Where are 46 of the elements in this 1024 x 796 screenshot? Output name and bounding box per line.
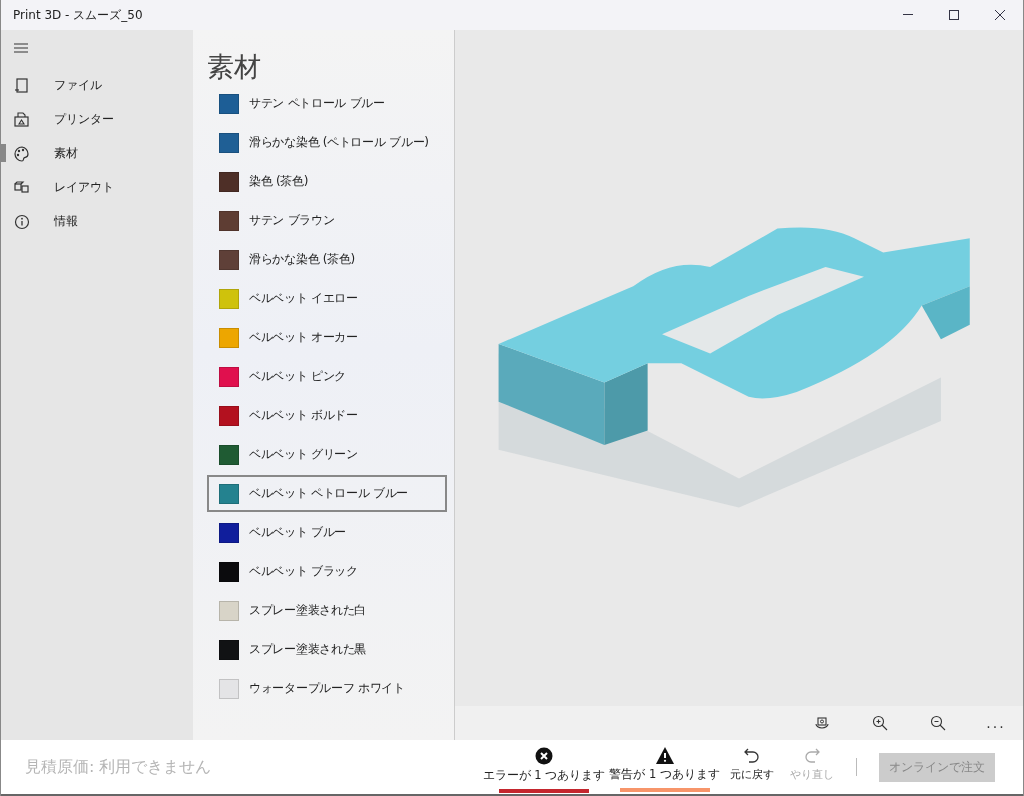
cost-estimate: 見積原価: 利用できません (24, 756, 213, 778)
menu-icon (13, 40, 29, 56)
close-icon (995, 10, 1005, 20)
error-status[interactable]: エラーが 1 つあります (480, 741, 608, 793)
panel-title: 素材 (207, 50, 262, 84)
nav-item[interactable]: 情報 (1, 204, 193, 238)
material-item[interactable]: ベルベット オーカー (207, 319, 447, 356)
material-item[interactable]: ベルベット ブラック (207, 553, 447, 590)
material-item[interactable]: ベルベット グリーン (207, 436, 447, 473)
status-label: エラーが 1 つあります (482, 768, 606, 783)
material-item[interactable]: 滑らかな染色 (ペトロール ブルー) (207, 124, 447, 161)
nav-item[interactable]: ファイル (1, 68, 193, 102)
file-icon (13, 76, 30, 94)
minimize-icon (903, 14, 913, 16)
material-item[interactable]: スプレー塗装された白 (207, 592, 447, 629)
more-button[interactable]: ... (977, 708, 1015, 738)
material-item[interactable]: スプレー塗装された黒 (207, 631, 447, 668)
maximize-icon (949, 10, 959, 20)
material-item[interactable]: ベルベット イエロー (207, 280, 447, 317)
info-icon (13, 212, 30, 230)
warning-status[interactable]: 警告が 1 つあります (607, 741, 722, 793)
undo-button[interactable]: 元に戻す (722, 744, 782, 790)
material-item[interactable]: ベルベット ピンク (207, 358, 447, 395)
zoom-in-icon (872, 715, 888, 731)
material-item[interactable]: サテン ブラウン (207, 202, 447, 239)
status-label: 警告が 1 つあります (609, 767, 720, 782)
zoom-out-icon (930, 715, 946, 731)
material-item[interactable]: サテン ペトロール ブルー (207, 85, 447, 122)
error-icon (535, 747, 554, 765)
material-item[interactable]: 滑らかな染色 (茶色) (207, 241, 447, 278)
material-item[interactable]: ベルベット ブルー (207, 514, 447, 551)
window-title: Print 3D - スムーズ_50 (12, 6, 144, 24)
undo-icon (743, 746, 761, 765)
nav-item[interactable]: プリンター (1, 102, 193, 136)
nav-item[interactable]: レイアウト (1, 170, 193, 204)
palette-icon (13, 144, 30, 162)
menu-button[interactable] (13, 40, 29, 56)
warning-icon (655, 747, 674, 764)
printer-icon (13, 110, 30, 128)
material-item[interactable]: ベルベット ボルドー (207, 397, 447, 434)
material-item[interactable]: 染色 (茶色) (207, 163, 447, 200)
redo-icon (803, 746, 821, 765)
material-item[interactable]: ウォータープルーフ ホワイト (207, 670, 447, 707)
material-item[interactable]: ベルベット ペトロール ブルー (207, 475, 447, 512)
cubes-icon (13, 178, 30, 196)
view-rotate-icon (814, 715, 830, 731)
